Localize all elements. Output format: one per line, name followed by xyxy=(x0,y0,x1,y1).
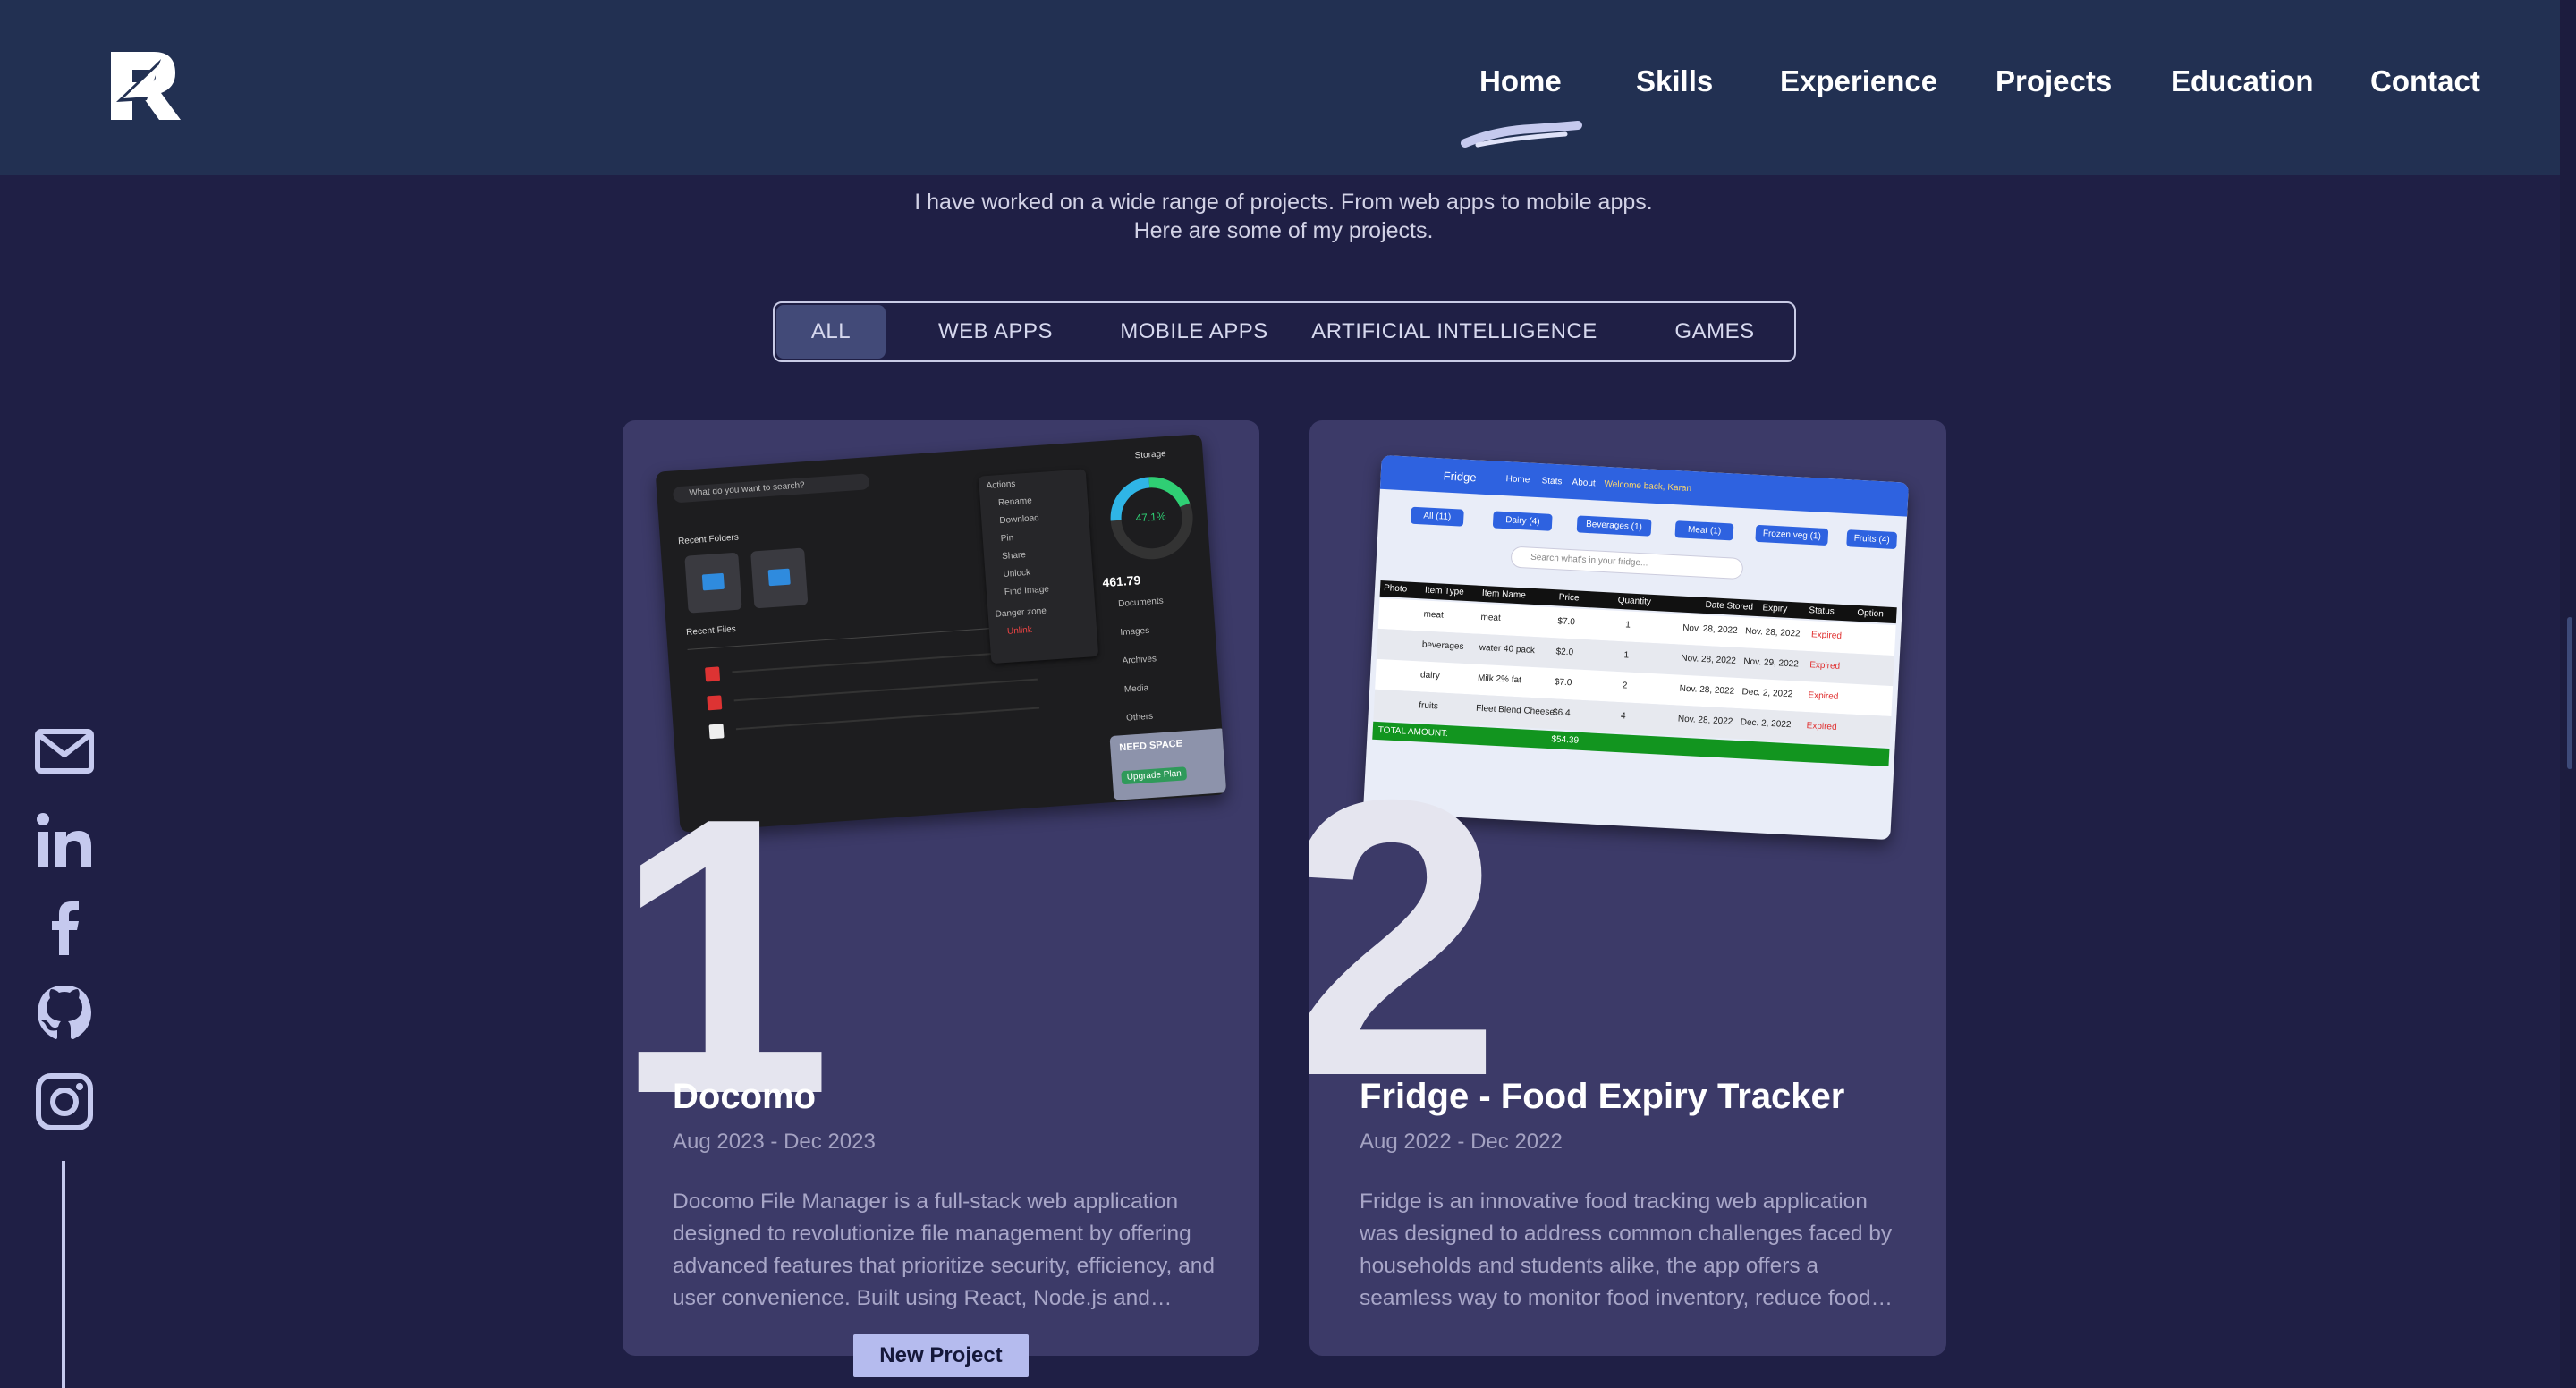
nav-projects[interactable]: Projects xyxy=(1996,64,2112,98)
active-nav-underline xyxy=(1461,121,1582,148)
new-project-badge[interactable]: New Project xyxy=(853,1334,1029,1377)
linkedin-icon[interactable] xyxy=(34,810,95,871)
facebook-icon[interactable] xyxy=(34,896,95,957)
folder-icon xyxy=(701,572,724,591)
filter-mobile-apps[interactable]: MOBILE APPS xyxy=(1100,303,1288,360)
nav-home[interactable]: Home xyxy=(1479,64,1562,98)
docomo-storage-percent: 47.1% xyxy=(1135,510,1167,525)
nav-skills[interactable]: Skills xyxy=(1636,64,1713,98)
filter-games[interactable]: GAMES xyxy=(1660,303,1769,360)
site-header: Home Skills Experience Projects Educatio… xyxy=(0,0,2560,175)
docomo-need-space-panel: NEED SPACE Upgrade Plan xyxy=(1109,728,1227,800)
project-title: Fridge - Food Expiry Tracker xyxy=(1360,1077,1845,1116)
file-image-icon xyxy=(707,695,723,711)
mail-icon[interactable] xyxy=(34,721,95,782)
filter-artificial-intelligence[interactable]: ARTIFICIAL INTELLIGENCE xyxy=(1311,303,1597,360)
page-scrollbar-thumb[interactable] xyxy=(2567,617,2572,769)
nav-contact[interactable]: Contact xyxy=(2370,64,2480,98)
projects-intro-line2: Here are some of my projects. xyxy=(1133,218,1434,243)
filter-web-apps[interactable]: WEB APPS xyxy=(914,303,1077,360)
file-pdf-icon xyxy=(705,666,721,682)
project-filter-tabs: ALL WEB APPS MOBILE APPS ARTIFICIAL INTE… xyxy=(773,301,1796,362)
nav-experience[interactable]: Experience xyxy=(1780,64,1937,98)
project-card-fridge[interactable]: Fridge Home Stats About Welcome back, Ka… xyxy=(1309,420,1946,1356)
docomo-storage-used: 461.79 xyxy=(1101,572,1141,590)
nav-education[interactable]: Education xyxy=(2171,64,2314,98)
project-description: Fridge is an innovative food tracking we… xyxy=(1360,1189,1893,1310)
project-title: Docomo xyxy=(673,1077,816,1116)
project-date: Aug 2022 - Dec 2022 xyxy=(1360,1130,1563,1154)
project-card-docomo[interactable]: What do you want to search? Storage Rece… xyxy=(623,420,1259,1356)
project-date: Aug 2023 - Dec 2023 xyxy=(673,1130,876,1154)
docomo-context-menu: Actions Rename Download Pin Share Unlock… xyxy=(978,469,1099,664)
main-nav: Home Skills Experience Projects Educatio… xyxy=(0,0,2560,175)
projects-intro-line1: I have worked on a wide range of project… xyxy=(914,190,1653,215)
social-divider-line xyxy=(62,1161,65,1388)
folder-icon xyxy=(767,568,791,587)
filter-all[interactable]: ALL xyxy=(776,305,886,359)
docomo-recent-folders: Recent Folders xyxy=(677,532,740,547)
fridge-app-name: Fridge xyxy=(1443,469,1477,485)
docomo-recent-files: Recent Files xyxy=(685,623,737,638)
project-description: Docomo File Manager is a full-stack web … xyxy=(673,1189,1216,1310)
github-icon[interactable] xyxy=(34,982,95,1043)
instagram-icon[interactable] xyxy=(34,1071,95,1132)
docomo-storage-label: Storage xyxy=(1134,448,1167,461)
